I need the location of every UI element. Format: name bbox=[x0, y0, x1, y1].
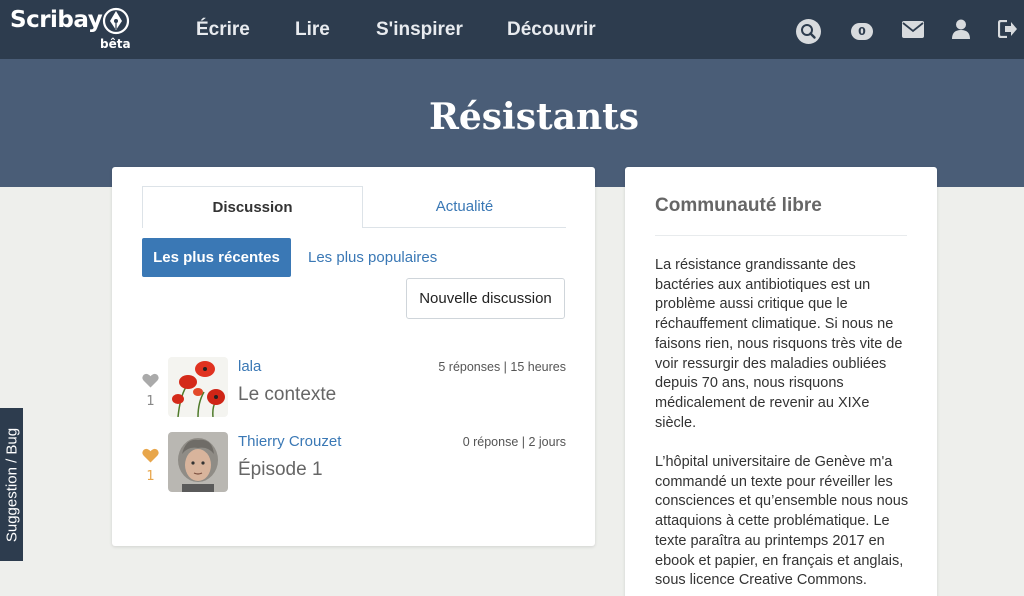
suggestion-bug-tab[interactable]: Suggestion / Bug bbox=[0, 408, 23, 561]
discussion-meta: 0 réponse | 2 jours bbox=[462, 435, 566, 449]
heart-icon[interactable] bbox=[142, 373, 159, 388]
poppy-flowers-image bbox=[168, 357, 228, 417]
avatar[interactable] bbox=[168, 432, 228, 492]
list-item: 1 Thierry Crouzet 0 réponse | 2 jours Ép… bbox=[142, 432, 566, 494]
discussion-meta: 5 réponses | 15 heures bbox=[438, 360, 566, 374]
author-link[interactable]: lala bbox=[238, 358, 261, 375]
list-item: 1 lala 5 réponses | 15 heures Le context… bbox=[142, 357, 566, 419]
logo-text: Scribay bbox=[10, 7, 103, 33]
like-count: 1 bbox=[146, 469, 155, 484]
heart-icon[interactable] bbox=[142, 448, 159, 463]
filter-recent-button[interactable]: Les plus récentes bbox=[142, 238, 291, 277]
nav-lire[interactable]: Lire bbox=[295, 19, 330, 41]
avatar[interactable] bbox=[168, 357, 228, 417]
tab-discussion[interactable]: Discussion bbox=[142, 186, 363, 228]
search-icon bbox=[801, 24, 816, 39]
divider bbox=[655, 235, 907, 236]
notifications-count-badge[interactable]: 0 bbox=[851, 23, 873, 40]
nav-decouvrir[interactable]: Découvrir bbox=[507, 19, 596, 41]
tab-actualite[interactable]: Actualité bbox=[363, 186, 566, 228]
community-title: Communauté libre bbox=[655, 195, 822, 216]
like-count: 1 bbox=[146, 394, 155, 409]
nav-sinspirer[interactable]: S'inspirer bbox=[376, 19, 463, 41]
envelope-icon[interactable] bbox=[902, 21, 924, 38]
discussion-title[interactable]: Épisode 1 bbox=[238, 459, 323, 481]
top-navbar: Scribay bêta Écrire Lire S'inspirer Déco… bbox=[0, 0, 1024, 59]
author-portrait-image bbox=[168, 432, 228, 492]
page-title: Résistants bbox=[428, 96, 640, 138]
tab-divider bbox=[363, 227, 566, 228]
discussion-card: Discussion Actualité Les plus récentes L… bbox=[112, 167, 595, 546]
beta-badge: bêta bbox=[100, 37, 131, 51]
suggestion-bug-label: Suggestion / Bug bbox=[3, 427, 20, 542]
user-icon[interactable] bbox=[952, 19, 970, 39]
new-discussion-button[interactable]: Nouvelle discussion bbox=[406, 278, 565, 319]
community-description: L’hôpital universitaire de Genève m'a co… bbox=[655, 454, 909, 589]
search-button[interactable] bbox=[796, 19, 821, 44]
discussion-title[interactable]: Le contexte bbox=[238, 384, 336, 406]
fountain-pen-icon bbox=[102, 7, 130, 35]
community-description: La résistance grandissante des bactéries… bbox=[655, 257, 903, 431]
author-link[interactable]: Thierry Crouzet bbox=[238, 433, 341, 450]
logout-icon[interactable] bbox=[998, 20, 1018, 38]
filter-popular-link[interactable]: Les plus populaires bbox=[308, 249, 437, 266]
scribay-logo[interactable]: Scribay bêta bbox=[10, 5, 132, 55]
community-card: Communauté libre La résistance grandissa… bbox=[625, 167, 937, 596]
nav-ecrire[interactable]: Écrire bbox=[196, 19, 250, 41]
